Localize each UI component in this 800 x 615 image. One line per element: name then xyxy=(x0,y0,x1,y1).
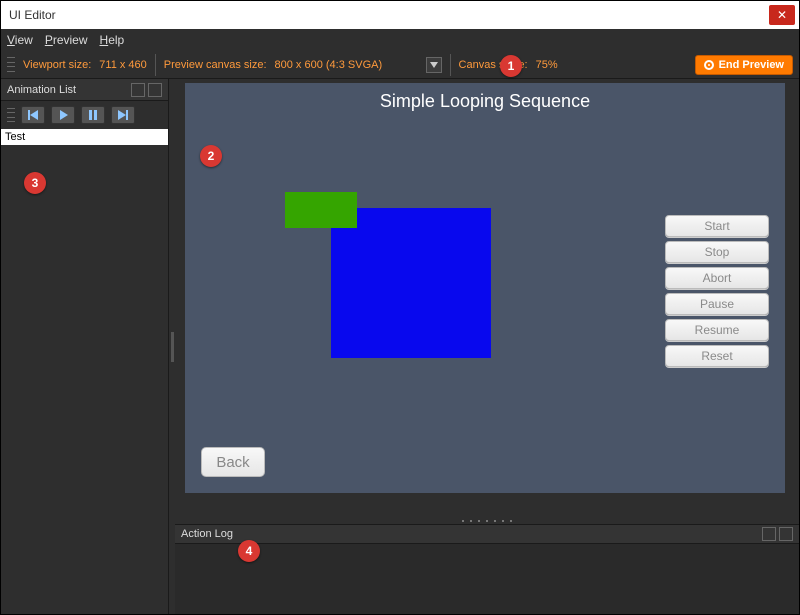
preview-canvas: Simple Looping Sequence Start Stop Abort… xyxy=(185,83,785,493)
menu-preview[interactable]: Preview xyxy=(45,33,88,47)
preview-area: Simple Looping Sequence Start Stop Abort… xyxy=(175,79,799,518)
skip-start-button[interactable] xyxy=(21,106,45,124)
panel-undock-icon[interactable] xyxy=(762,527,776,541)
canvas-size-label: Preview canvas size: xyxy=(164,59,267,71)
canvas-size-select[interactable]: 800 x 600 (4:3 SVGA) xyxy=(275,57,442,73)
start-button[interactable]: Start xyxy=(665,215,769,237)
action-log-body xyxy=(175,544,799,614)
action-log-title: Action Log xyxy=(181,528,233,540)
abort-button[interactable]: Abort xyxy=(665,267,769,289)
callout-1: 1 xyxy=(500,55,522,77)
window-titlebar: UI Editor ✕ xyxy=(1,1,799,29)
toolbar: Viewport size: 711 x 460 Preview canvas … xyxy=(1,51,799,79)
panel-close-icon[interactable] xyxy=(148,83,162,97)
callout-2: 2 xyxy=(200,145,222,167)
animation-list-title-bar: Animation List xyxy=(1,79,168,101)
animation-list-title: Animation List xyxy=(7,84,76,96)
toolbar-grip-icon xyxy=(7,106,15,124)
reset-button[interactable]: Reset xyxy=(665,345,769,367)
callout-3: 3 xyxy=(24,172,46,194)
canvas-size-value: 800 x 600 (4:3 SVGA) xyxy=(275,59,420,71)
center-column: Simple Looping Sequence Start Stop Abort… xyxy=(175,79,799,614)
viewport-size-label: Viewport size: xyxy=(23,59,91,71)
resume-button[interactable]: Resume xyxy=(665,319,769,341)
close-icon[interactable]: ✕ xyxy=(769,5,795,25)
pause-button[interactable] xyxy=(81,106,105,124)
canvas-title: Simple Looping Sequence xyxy=(185,91,785,112)
canvas-scale-value: 75% xyxy=(536,59,558,71)
viewport-size-value: 711 x 460 xyxy=(99,59,147,71)
main-content: Animation List Test xyxy=(1,79,799,614)
window-title: UI Editor xyxy=(9,8,56,22)
play-button[interactable] xyxy=(51,106,75,124)
green-rect xyxy=(285,192,357,228)
canvas-button-stack: Start Stop Abort Pause Resume Reset xyxy=(665,215,769,367)
animation-list-panel: Animation List Test xyxy=(1,79,169,614)
end-preview-button[interactable]: End Preview xyxy=(695,55,793,75)
blue-square xyxy=(331,208,491,358)
skip-end-button[interactable] xyxy=(111,106,135,124)
separator-icon xyxy=(450,54,451,76)
menu-help[interactable]: Help xyxy=(100,33,125,47)
end-preview-label: End Preview xyxy=(719,59,784,71)
callout-4: 4 xyxy=(238,540,260,562)
toolbar-grip-icon xyxy=(7,56,15,74)
chevron-down-icon xyxy=(426,57,442,73)
panel-close-icon[interactable] xyxy=(779,527,793,541)
animation-toolbar xyxy=(1,101,168,129)
menu-view[interactable]: View xyxy=(7,33,33,47)
pause-button[interactable]: Pause xyxy=(665,293,769,315)
stop-button[interactable]: Stop xyxy=(665,241,769,263)
separator-icon xyxy=(155,54,156,76)
action-log-title-bar: Action Log xyxy=(175,524,799,544)
stop-icon xyxy=(704,60,714,70)
panel-undock-icon[interactable] xyxy=(131,83,145,97)
animation-list[interactable]: Test xyxy=(1,129,168,614)
menu-bar: View Preview Help xyxy=(1,29,799,51)
back-button[interactable]: Back xyxy=(201,447,265,477)
list-item[interactable]: Test xyxy=(1,129,168,145)
